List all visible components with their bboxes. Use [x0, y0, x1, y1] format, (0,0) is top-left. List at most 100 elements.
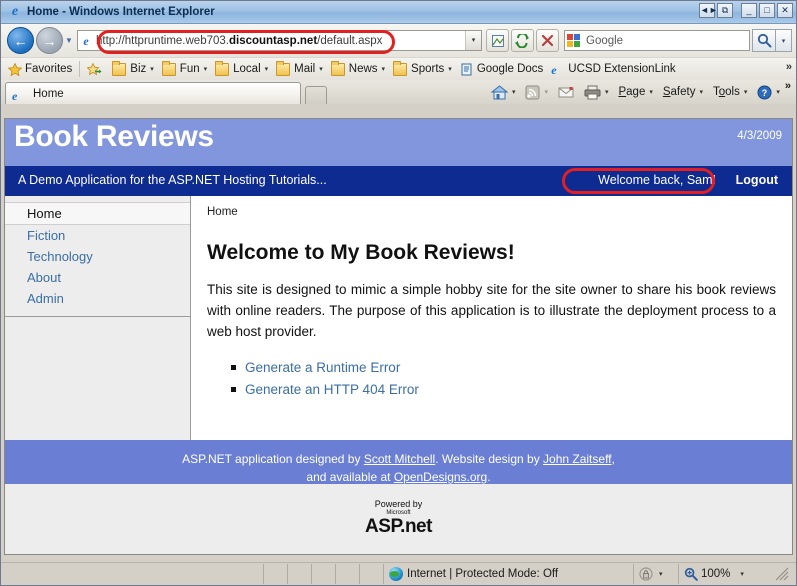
restore-window-icon[interactable]: ⧉	[717, 3, 733, 18]
chevron-down-icon[interactable]: ▾	[448, 65, 452, 73]
read-mail-button[interactable]	[553, 81, 579, 103]
search-placeholder: Google	[582, 35, 623, 47]
sidebar-item-label[interactable]: Technology	[27, 249, 93, 264]
favorites-item-label: Biz	[130, 63, 146, 75]
search-input[interactable]: Google	[564, 30, 750, 51]
favorites-item-label: Sports	[411, 63, 444, 75]
maximize-button[interactable]: □	[759, 3, 775, 18]
breadcrumb: Home	[207, 196, 776, 218]
chevron-down-icon[interactable]: ▾	[776, 88, 780, 96]
safety-menu[interactable]: Safety ▾	[658, 81, 708, 103]
favorites-item-mail[interactable]: Mail ▾	[272, 60, 327, 79]
favorites-item-local[interactable]: Local ▾	[211, 60, 272, 79]
chevron-down-icon[interactable]: ▾	[699, 88, 703, 96]
compatibility-view-icon[interactable]	[486, 29, 509, 52]
address-bar: ← → ▼ e http://httpruntime.web703.discou…	[1, 24, 796, 57]
favorites-item-fun[interactable]: Fun ▾	[158, 60, 211, 79]
tab-label: Home	[33, 88, 64, 100]
resize-grip[interactable]	[775, 567, 789, 581]
privacy-report-button[interactable]: ▾	[634, 564, 679, 584]
url-dropdown-icon[interactable]: ▾	[465, 31, 481, 50]
restore-group-icon[interactable]: ◄►	[699, 3, 715, 18]
footer-text-d: and available at	[306, 470, 393, 484]
sidebar-item-fiction[interactable]: Fiction	[5, 225, 190, 246]
chevron-down-icon[interactable]: ▾	[744, 88, 748, 96]
sidebar-item-admin[interactable]: Admin	[5, 288, 190, 309]
page-viewport: Book Reviews 4/3/2009 A Demo Application…	[4, 118, 793, 555]
chevron-down-icon[interactable]: ▾	[512, 88, 516, 96]
chevron-down-icon[interactable]: ▾	[204, 65, 208, 73]
star-icon	[8, 63, 22, 76]
command-bar-overflow-icon[interactable]: »	[785, 80, 794, 92]
window-title: Home - Windows Internet Explorer	[27, 6, 215, 18]
folder-icon	[112, 63, 126, 76]
sidebar-item-label[interactable]: Fiction	[27, 228, 65, 243]
new-tab-button[interactable]	[305, 86, 327, 104]
help-button[interactable]: ? ▾	[752, 81, 785, 103]
print-button[interactable]: ▾	[579, 81, 614, 103]
favorites-item-label: Fun	[180, 63, 200, 75]
favorites-item-biz[interactable]: Biz ▾	[108, 60, 158, 79]
close-button[interactable]: ✕	[777, 3, 793, 18]
home-button[interactable]: ▾	[486, 81, 521, 103]
favorites-overflow-icon[interactable]: »	[786, 61, 792, 73]
minimize-button[interactable]: _	[741, 3, 757, 18]
site-tagline: A Demo Application for the ASP.NET Hosti…	[18, 173, 327, 187]
url-input[interactable]: e http://httpruntime.web703.discountasp.…	[77, 30, 482, 51]
error-link-list: Generate a Runtime Error Generate an HTT…	[207, 357, 776, 401]
favorites-item-news[interactable]: News ▾	[327, 60, 389, 79]
url-domain: discountasp.net	[229, 35, 317, 47]
security-zone[interactable]: Internet | Protected Mode: Off	[384, 564, 634, 584]
web-page: Book Reviews 4/3/2009 A Demo Application…	[5, 119, 792, 554]
sidebar: Home Fiction Technology About Admin	[5, 196, 191, 440]
sidebar-item-label[interactable]: About	[27, 270, 61, 285]
generate-runtime-error-link[interactable]: Generate a Runtime Error	[245, 360, 400, 375]
page-menu[interactable]: Page ▾	[613, 81, 657, 103]
add-to-favorites-bar-button[interactable]	[83, 60, 108, 79]
john-zaitseff-link[interactable]: John Zaitseff	[543, 452, 611, 466]
status-segment	[288, 564, 312, 584]
status-segment	[336, 564, 360, 584]
logout-link[interactable]: Logout	[736, 173, 778, 187]
scott-mitchell-link[interactable]: Scott Mitchell	[364, 452, 435, 466]
chevron-down-icon[interactable]: ▾	[150, 65, 154, 73]
chevron-down-icon[interactable]: ▾	[319, 65, 323, 73]
chevron-down-icon[interactable]: ▾	[649, 88, 653, 96]
chevron-down-icon[interactable]: ▾	[544, 88, 548, 96]
internet-explorer-icon: e	[12, 87, 26, 100]
favorites-item-label: Google Docs	[477, 63, 543, 75]
url-suffix: /default.aspx	[317, 35, 382, 47]
forward-button[interactable]: →	[36, 27, 63, 54]
recent-pages-dropdown-icon[interactable]: ▼	[63, 36, 75, 45]
generate-404-error-link[interactable]: Generate an HTTP 404 Error	[245, 382, 419, 397]
chevron-down-icon[interactable]: ▾	[659, 570, 663, 578]
favorites-item-google-docs[interactable]: Google Docs	[456, 60, 547, 79]
chevron-down-icon[interactable]: ▾	[382, 65, 386, 73]
site-footer: ASP.NET application designed by Scott Mi…	[5, 440, 792, 484]
feeds-button[interactable]: ▾	[520, 81, 553, 103]
opendesigns-link[interactable]: OpenDesigns.org	[394, 470, 487, 484]
footer-text-b: . Website design by	[435, 452, 543, 466]
chevron-down-icon[interactable]: ▾	[265, 65, 269, 73]
favorites-item-sports[interactable]: Sports ▾	[389, 60, 456, 79]
chevron-down-icon[interactable]: ▾	[605, 88, 609, 96]
search-icon[interactable]	[752, 29, 776, 52]
sidebar-item-technology[interactable]: Technology	[5, 246, 190, 267]
sidebar-item-home[interactable]: Home	[5, 202, 190, 225]
internet-explorer-icon: e	[6, 4, 24, 20]
back-button[interactable]: ←	[7, 27, 34, 54]
main-content: Home Welcome to My Book Reviews! This si…	[191, 196, 792, 440]
footer-line-1: ASP.NET application designed by Scott Mi…	[5, 450, 792, 468]
list-item: Generate an HTTP 404 Error	[245, 379, 776, 401]
tools-menu[interactable]: Tools ▾	[708, 81, 752, 103]
sidebar-item-about[interactable]: About	[5, 267, 190, 288]
favorites-item-ucsd-extensionlink[interactable]: e UCSD ExtensionLink	[547, 60, 679, 79]
refresh-button[interactable]	[511, 29, 534, 52]
sidebar-item-label[interactable]: Admin	[27, 291, 64, 306]
tab-home[interactable]: e Home	[5, 82, 301, 104]
chevron-down-icon[interactable]: ▾	[740, 570, 744, 578]
search-dropdown-icon[interactable]: ▾	[776, 29, 792, 52]
zoom-control[interactable]: 100% ▾	[679, 564, 796, 584]
favorites-button[interactable]: Favorites	[4, 60, 76, 79]
stop-button[interactable]	[536, 29, 559, 52]
